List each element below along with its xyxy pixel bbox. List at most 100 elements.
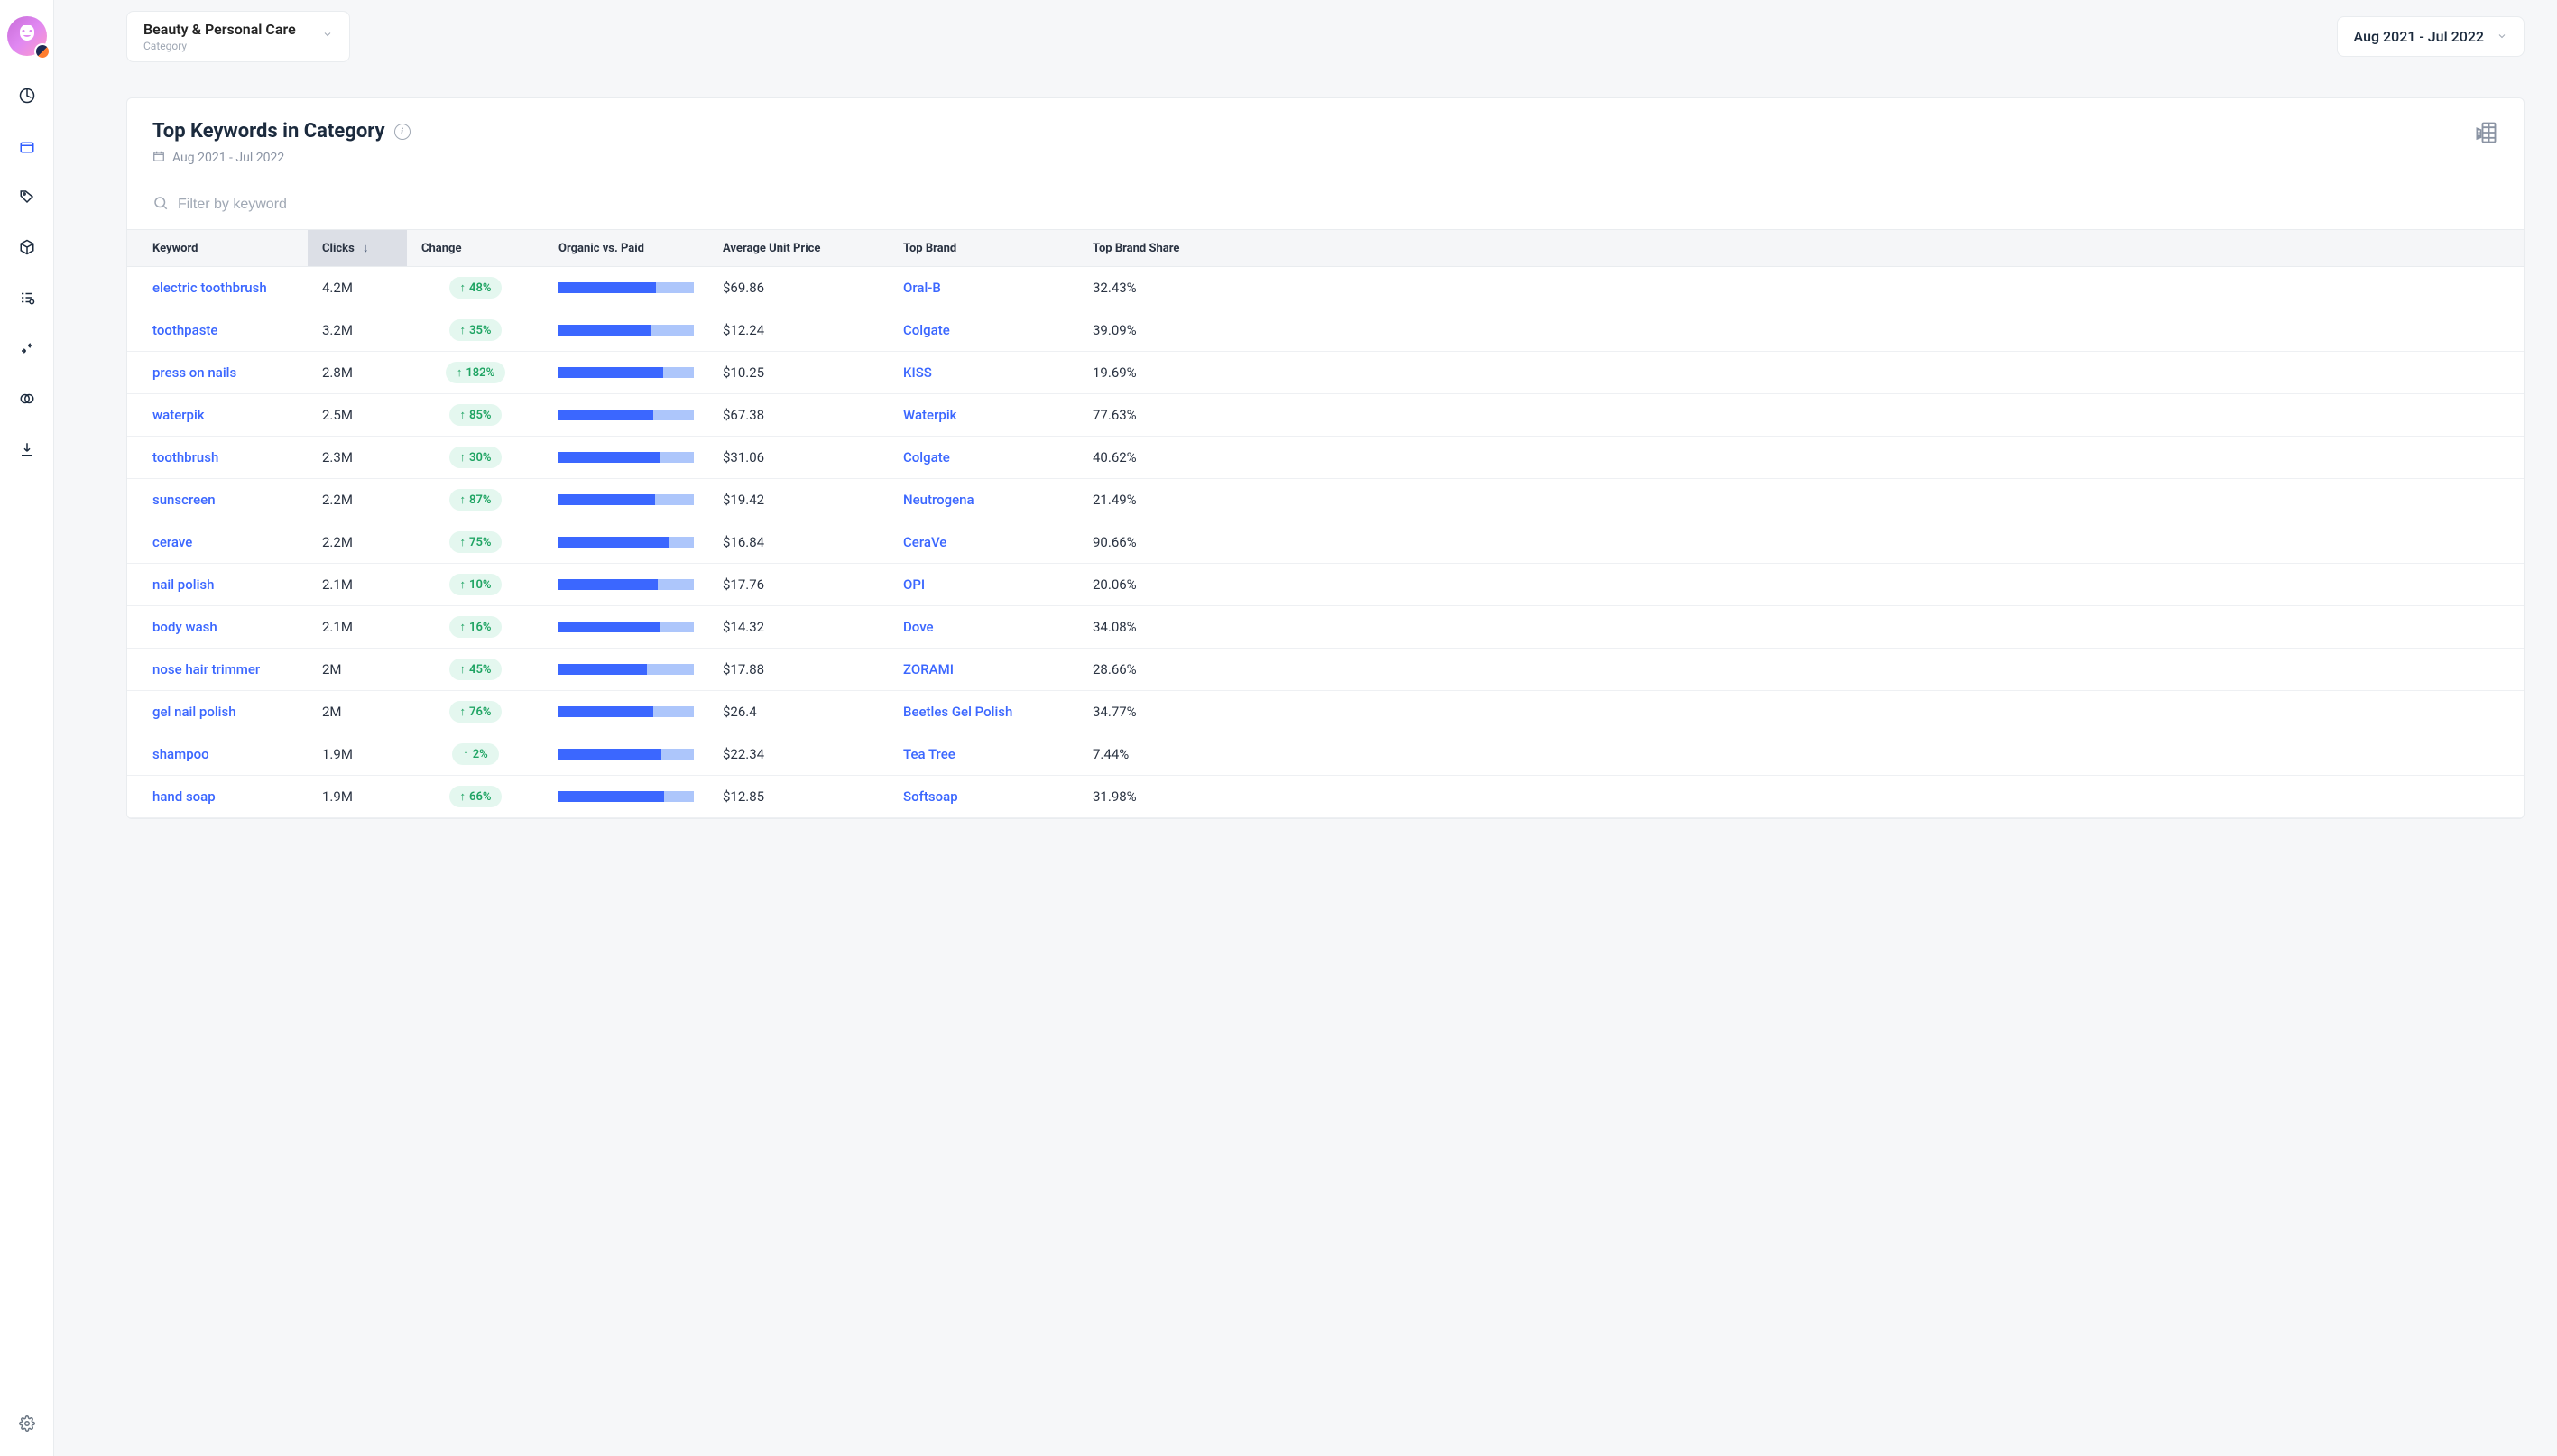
- keyword-link[interactable]: electric toothbrush: [152, 280, 267, 296]
- brand-link[interactable]: Dove: [903, 619, 934, 635]
- cell-clicks: 2M: [308, 649, 407, 691]
- change-pill: 85%: [449, 404, 503, 426]
- change-pill: 30%: [449, 447, 503, 468]
- cell-price: $12.85: [708, 776, 889, 818]
- col-clicks[interactable]: Clicks ↓: [308, 230, 407, 267]
- change-pill: 10%: [449, 574, 503, 595]
- brand-link[interactable]: ZORAMI: [903, 661, 954, 677]
- panel-title: Top Keywords in Category i: [152, 120, 411, 143]
- keyword-link[interactable]: waterpik: [152, 407, 205, 423]
- table-row: shampoo1.9M2%$22.34Tea Tree7.44%: [127, 733, 2524, 776]
- panel-date-range: Aug 2021 - Jul 2022: [172, 151, 284, 165]
- search-icon: [152, 195, 169, 215]
- sidebar: [0, 0, 54, 1456]
- filter-input[interactable]: [178, 197, 412, 213]
- topbar: Beauty & Personal Care Category Aug 2021…: [54, 0, 2557, 72]
- date-range-selector[interactable]: Aug 2021 - Jul 2022: [2337, 16, 2525, 57]
- table-row: waterpik2.5M85%$67.38Waterpik77.63%: [127, 394, 2524, 437]
- cell-share: 90.66%: [1078, 521, 2524, 564]
- cell-clicks: 4.2M: [308, 267, 407, 309]
- brand-link[interactable]: Colgate: [903, 322, 950, 338]
- chevron-down-icon: [322, 29, 333, 43]
- brand-link[interactable]: KISS: [903, 364, 932, 381]
- app-avatar[interactable]: [7, 16, 47, 56]
- top-keywords-panel: Top Keywords in Category i Aug 2021 - Ju…: [126, 97, 2525, 819]
- cell-share: 7.44%: [1078, 733, 2524, 776]
- brand-link[interactable]: Waterpik: [903, 407, 956, 423]
- nav-category-icon[interactable]: [13, 132, 42, 161]
- col-keyword[interactable]: Keyword: [127, 230, 308, 267]
- organic-paid-bar: [558, 664, 694, 675]
- organic-paid-bar: [558, 537, 694, 548]
- organic-paid-bar: [558, 494, 694, 505]
- brand-link[interactable]: Colgate: [903, 449, 950, 465]
- date-range-label: Aug 2021 - Jul 2022: [2354, 28, 2484, 45]
- col-avg-price[interactable]: Average Unit Price: [708, 230, 889, 267]
- brand-link[interactable]: CeraVe: [903, 534, 946, 550]
- table-row: electric toothbrush4.2M48%$69.86Oral-B32…: [127, 267, 2524, 309]
- nav-download-icon[interactable]: [13, 435, 42, 464]
- keyword-link[interactable]: gel nail polish: [152, 704, 236, 720]
- organic-paid-bar: [558, 791, 694, 802]
- keyword-link[interactable]: hand soap: [152, 788, 216, 805]
- change-pill: 45%: [449, 659, 503, 680]
- brand-link[interactable]: Beetles Gel Polish: [903, 704, 1012, 720]
- table-row: cerave2.2M75%$16.84CeraVe90.66%: [127, 521, 2524, 564]
- organic-paid-bar: [558, 622, 694, 632]
- cell-price: $19.42: [708, 479, 889, 521]
- table-row: toothpaste3.2M35%$12.24Colgate39.09%: [127, 309, 2524, 352]
- cell-clicks: 1.9M: [308, 733, 407, 776]
- keyword-link[interactable]: press on nails: [152, 364, 236, 381]
- cell-price: $22.34: [708, 733, 889, 776]
- nav-list-icon[interactable]: [13, 283, 42, 312]
- brand-link[interactable]: Oral-B: [903, 280, 941, 296]
- brand-link[interactable]: Tea Tree: [903, 746, 955, 762]
- brand-link[interactable]: Softsoap: [903, 788, 958, 805]
- col-change[interactable]: Change: [407, 230, 544, 267]
- cell-share: 31.98%: [1078, 776, 2524, 818]
- nav-compare-icon[interactable]: [13, 334, 42, 363]
- cell-price: $10.25: [708, 352, 889, 394]
- info-icon[interactable]: i: [394, 124, 411, 140]
- brand-link[interactable]: Neutrogena: [903, 492, 974, 508]
- cell-share: 39.09%: [1078, 309, 2524, 352]
- col-top-brand-share[interactable]: Top Brand Share: [1078, 230, 2524, 267]
- cell-share: 20.06%: [1078, 564, 2524, 606]
- category-selector-label: Beauty & Personal Care: [143, 21, 296, 38]
- col-organic-paid[interactable]: Organic vs. Paid: [544, 230, 708, 267]
- change-pill: 87%: [449, 489, 503, 511]
- table-row: nail polish2.1M10%$17.76OPI20.06%: [127, 564, 2524, 606]
- category-selector[interactable]: Beauty & Personal Care Category: [126, 11, 350, 62]
- table-row: nose hair trimmer2M45%$17.88ZORAMI28.66%: [127, 649, 2524, 691]
- change-pill: 35%: [449, 319, 503, 341]
- keyword-link[interactable]: cerave: [152, 534, 192, 550]
- cell-share: 28.66%: [1078, 649, 2524, 691]
- keyword-link[interactable]: shampoo: [152, 746, 209, 762]
- keyword-link[interactable]: body wash: [152, 619, 217, 635]
- keyword-link[interactable]: toothpaste: [152, 322, 217, 338]
- brand-link[interactable]: OPI: [903, 576, 925, 593]
- cell-price: $26.4: [708, 691, 889, 733]
- keyword-link[interactable]: nail polish: [152, 576, 214, 593]
- change-pill: 76%: [449, 701, 503, 723]
- keyword-link[interactable]: toothbrush: [152, 449, 218, 465]
- export-excel-icon[interactable]: [2473, 120, 2498, 149]
- table-row: sunscreen2.2M87%$19.42Neutrogena21.49%: [127, 479, 2524, 521]
- keyword-link[interactable]: nose hair trimmer: [152, 661, 260, 677]
- cell-share: 32.43%: [1078, 267, 2524, 309]
- cell-share: 77.63%: [1078, 394, 2524, 437]
- nav-settings-icon[interactable]: [13, 1409, 42, 1438]
- nav-overview-icon[interactable]: [13, 81, 42, 110]
- nav-product-icon[interactable]: [13, 233, 42, 262]
- cell-share: 21.49%: [1078, 479, 2524, 521]
- cell-share: 19.69%: [1078, 352, 2524, 394]
- col-top-brand[interactable]: Top Brand: [889, 230, 1078, 267]
- cell-share: 40.62%: [1078, 437, 2524, 479]
- nav-tag-icon[interactable]: [13, 182, 42, 211]
- keywords-table: Keyword Clicks ↓ Change Organic vs. Paid…: [127, 229, 2524, 818]
- cell-clicks: 2.5M: [308, 394, 407, 437]
- avatar-badge-icon: [34, 43, 51, 60]
- cell-share: 34.08%: [1078, 606, 2524, 649]
- nav-venn-icon[interactable]: [13, 384, 42, 413]
- keyword-link[interactable]: sunscreen: [152, 492, 216, 508]
